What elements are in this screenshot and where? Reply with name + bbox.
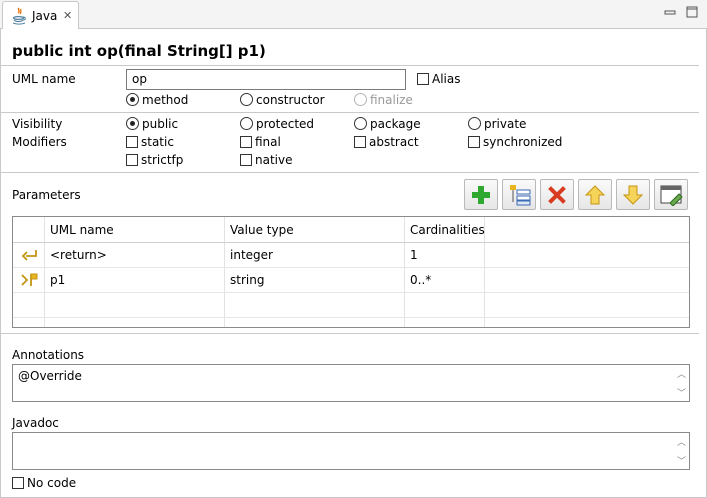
protected-radio[interactable]: protected bbox=[240, 116, 314, 131]
public-label: public bbox=[142, 116, 179, 131]
javadoc-label: Javadoc bbox=[12, 416, 59, 430]
private-label: private bbox=[484, 116, 527, 131]
protected-label: protected bbox=[256, 116, 315, 131]
add-from-type-icon bbox=[510, 185, 531, 206]
delete-parameter-button[interactable] bbox=[540, 179, 574, 210]
editor-tab-bar: Java ✕ bbox=[0, 0, 707, 29]
method-radio[interactable]: method bbox=[126, 92, 188, 107]
synchronized-checkbox[interactable]: synchronized bbox=[468, 134, 562, 149]
param-cardinality: 0..* bbox=[410, 273, 432, 287]
column-header-cardinalities[interactable]: Cardinalities bbox=[410, 223, 485, 237]
modifiers-label: Modifiers bbox=[12, 135, 67, 149]
synchronized-label: synchronized bbox=[483, 134, 563, 149]
strictfp-label: strictfp bbox=[141, 152, 184, 167]
column-header-uml-name[interactable]: UML name bbox=[50, 223, 114, 237]
public-radio[interactable]: public bbox=[126, 116, 178, 131]
strictfp-checkbox[interactable]: strictfp bbox=[126, 152, 183, 167]
tab-java[interactable]: Java ✕ bbox=[2, 1, 79, 29]
package-radio[interactable]: package bbox=[354, 116, 421, 131]
javadoc-textarea[interactable]: ︿ ﹀ bbox=[12, 432, 690, 470]
final-label: final bbox=[255, 134, 281, 149]
param-name: p1 bbox=[50, 273, 66, 287]
abstract-label: abstract bbox=[369, 134, 419, 149]
move-up-button[interactable] bbox=[578, 179, 612, 210]
no-code-label: No code bbox=[27, 475, 77, 490]
annotations-textarea[interactable]: @Override ︿ ﹀ bbox=[12, 364, 690, 402]
package-label: package bbox=[370, 116, 421, 131]
table-row[interactable]: <return> integer 1 bbox=[13, 243, 689, 267]
scroll-down-icon[interactable]: ﹀ bbox=[677, 386, 686, 399]
native-label: native bbox=[255, 152, 293, 167]
param-type: string bbox=[230, 273, 265, 287]
tab-label: Java bbox=[32, 9, 58, 23]
edit-icon bbox=[660, 185, 683, 206]
annotations-label: Annotations bbox=[12, 348, 85, 362]
native-checkbox[interactable]: native bbox=[240, 152, 292, 167]
move-down-button[interactable] bbox=[616, 179, 650, 210]
param-cardinality: 1 bbox=[410, 248, 418, 262]
separator bbox=[1, 112, 699, 113]
separator bbox=[1, 172, 699, 173]
parameter-icon bbox=[21, 273, 38, 286]
static-checkbox[interactable]: static bbox=[126, 134, 174, 149]
minimize-icon[interactable] bbox=[664, 6, 676, 18]
visibility-label: Visibility bbox=[12, 117, 63, 131]
add-from-type-button[interactable] bbox=[502, 179, 536, 210]
scroll-down-icon[interactable]: ﹀ bbox=[677, 454, 686, 467]
parameters-table[interactable]: UML name Value type Cardinalities <retur… bbox=[12, 216, 690, 328]
constructor-label: constructor bbox=[256, 92, 325, 107]
uml-name-label: UML name bbox=[12, 72, 76, 86]
constructor-radio[interactable]: constructor bbox=[240, 92, 325, 107]
delete-icon bbox=[548, 186, 566, 204]
annotations-scrollbar[interactable]: ︿ ﹀ bbox=[674, 365, 689, 401]
separator bbox=[1, 333, 699, 334]
no-code-checkbox[interactable]: No code bbox=[12, 475, 76, 490]
static-label: static bbox=[141, 134, 174, 149]
param-name: <return> bbox=[50, 248, 107, 262]
annotations-text: @Override bbox=[18, 369, 82, 383]
final-checkbox[interactable]: final bbox=[240, 134, 281, 149]
return-icon bbox=[21, 250, 37, 261]
parameters-label: Parameters bbox=[12, 188, 81, 202]
finalize-radio: finalize bbox=[354, 92, 413, 107]
column-header-value-type[interactable]: Value type bbox=[230, 223, 294, 237]
param-type: integer bbox=[230, 248, 273, 262]
separator bbox=[1, 65, 699, 66]
scroll-up-icon[interactable]: ︿ bbox=[677, 367, 686, 380]
move-up-icon bbox=[584, 185, 606, 205]
edit-parameter-button[interactable] bbox=[654, 179, 688, 210]
table-row[interactable]: p1 string 0..* bbox=[13, 268, 689, 292]
private-radio[interactable]: private bbox=[468, 116, 526, 131]
method-label: method bbox=[142, 92, 189, 107]
javadoc-scrollbar[interactable]: ︿ ﹀ bbox=[674, 433, 689, 469]
close-tab-icon[interactable]: ✕ bbox=[63, 9, 72, 22]
move-down-icon bbox=[622, 185, 644, 205]
abstract-checkbox[interactable]: abstract bbox=[354, 134, 419, 149]
operation-title: public int op(final String[] p1) bbox=[12, 42, 266, 60]
java-icon bbox=[12, 7, 26, 25]
maximize-icon[interactable] bbox=[686, 6, 698, 18]
uml-name-input[interactable]: op bbox=[126, 69, 406, 90]
scroll-up-icon[interactable]: ︿ bbox=[677, 435, 686, 448]
alias-checkbox[interactable]: Alias bbox=[417, 71, 460, 86]
add-parameter-button[interactable] bbox=[464, 179, 498, 210]
add-icon bbox=[472, 186, 490, 204]
alias-label: Alias bbox=[432, 71, 461, 86]
finalize-label: finalize bbox=[370, 92, 413, 107]
